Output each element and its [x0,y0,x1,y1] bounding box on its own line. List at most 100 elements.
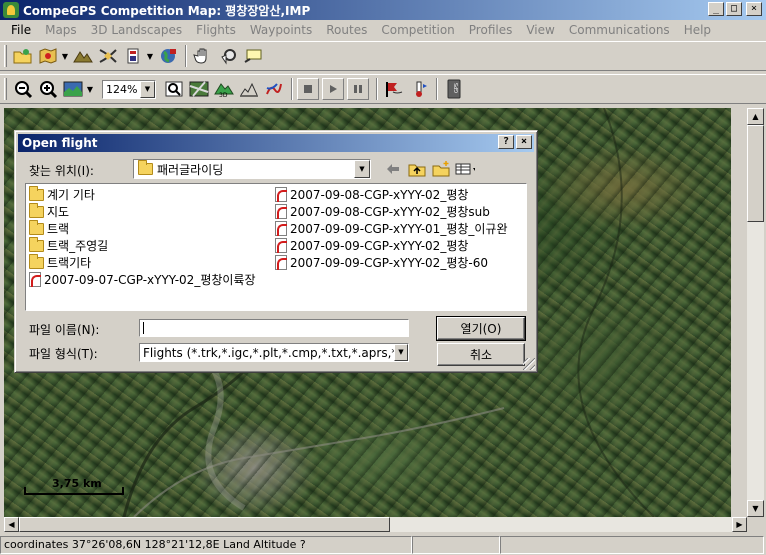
menu-maps[interactable]: Maps [38,23,84,37]
flight-track-icon[interactable] [262,78,285,101]
title-bar: CompeGPS Competition Map: 평창장암산,IMP _ □ … [0,0,766,20]
list-item[interactable]: 트랙기타 [29,253,256,271]
menu-3d-landscapes[interactable]: 3D Landscapes [84,23,189,37]
thermometer-icon[interactable] [407,78,430,101]
help-button[interactable]: ? [498,135,514,149]
close-button[interactable]: × [746,2,762,16]
list-item[interactable]: 2007-09-09-CGP-xYYY-01_평창_이규완 [275,220,508,237]
landscape-3d-icon[interactable] [71,45,94,68]
vertical-scrollbar[interactable]: ▲ ▼ [747,108,764,517]
list-item[interactable]: 2007-09-09-CGP-xYYY-02_평창 [275,237,508,254]
list-item[interactable]: 계기 기타 [29,185,256,203]
profile-chart-icon[interactable] [237,78,260,101]
menu-view[interactable]: View [519,23,561,37]
chevron-down-icon[interactable]: ▼ [354,160,370,178]
chevron-down-icon[interactable]: ▼ [394,344,408,361]
scroll-down-button[interactable]: ▼ [747,500,764,517]
scroll-right-button[interactable]: ▶ [732,517,747,532]
menu-communications[interactable]: Communications [562,23,677,37]
list-item-label: 트랙기타 [47,256,92,270]
open-button[interactable]: 열기(O) [436,316,526,341]
scroll-up-button[interactable]: ▲ [747,108,764,125]
horizontal-scroll-thumb[interactable] [19,517,390,532]
filename-input[interactable] [139,319,409,337]
find-magnifier-icon[interactable] [162,78,185,101]
dialog-close-button[interactable]: × [516,135,532,149]
scroll-left-button[interactable]: ◀ [4,517,19,532]
menu-file[interactable]: File [4,23,38,37]
stop-button[interactable] [297,78,319,100]
dropdown-arrow-icon[interactable]: ▼ [146,45,154,68]
document-icon[interactable] [121,45,144,68]
folder-icon [29,253,44,269]
vertical-scroll-thumb[interactable] [747,125,764,222]
map-view-icon[interactable] [61,78,84,101]
dropdown-arrow-icon[interactable]: ▼ [61,45,69,68]
cancel-button[interactable]: 취소 [437,343,525,366]
flight-paths-icon[interactable] [96,45,119,68]
zoom-out-icon[interactable] [11,78,34,101]
filename-label: 파일 이름(N): [29,323,100,337]
play-button[interactable] [322,78,344,100]
pan-hand-icon[interactable] [191,45,214,68]
dialog-title-bar: Open flight ? × [18,134,534,152]
list-item[interactable]: 트랙_주영길 [29,236,256,254]
menu-bar: File Maps 3D Landscapes Flights Waypoint… [0,20,766,40]
open-folder-icon[interactable] [11,45,34,68]
annotation-icon[interactable] [241,45,264,68]
toolbar-grip[interactable] [4,78,7,100]
list-item[interactable]: 2007-09-08-CGP-xYYY-02_평창 [275,186,508,203]
open-map-icon[interactable] [36,45,59,68]
folder-icon [29,219,44,235]
view-menu-icon[interactable] [455,159,475,179]
app-icon[interactable] [3,2,19,18]
svg-text:GPS: GPS [454,83,460,93]
new-folder-icon[interactable] [431,159,451,179]
earth-globe-icon[interactable] [156,45,179,68]
list-item[interactable]: 2007-09-08-CGP-xYYY-02_평창sub [275,203,508,220]
text-caret [143,322,144,334]
dropdown-arrow-icon[interactable]: ▼ [86,78,94,101]
menu-competition[interactable]: Competition [374,23,461,37]
landscape-3d-view-icon[interactable]: 3D [212,78,235,101]
list-item[interactable]: 트랙 [29,219,256,237]
map-scale-label: 3,75 km [52,477,102,490]
flight-file-icon [275,238,287,253]
resize-grip[interactable] [523,358,535,370]
list-item-label: 2007-09-09-CGP-xYYY-02_평창-60 [290,256,488,270]
menu-waypoints[interactable]: Waypoints [243,23,319,37]
look-in-select[interactable]: 패러글라이딩 ▼ [133,159,371,179]
minimize-button[interactable]: _ [708,2,724,16]
list-item[interactable]: 지도 [29,202,256,220]
file-list[interactable]: 계기 기타 지도 트랙 트랙_주영길 트랙기타 2007-09-07-CGP-x… [25,183,527,311]
zoom-in-icon[interactable] [36,78,59,101]
back-arrow-icon[interactable] [383,159,403,179]
satellite-map-icon[interactable] [187,78,210,101]
menu-routes[interactable]: Routes [319,23,374,37]
status-bar: coordinates 37°26'08,6N 128°21'12,8E Lan… [0,534,766,555]
list-item[interactable]: 2007-09-07-CGP-xYYY-02_평창이륙장 [29,271,256,288]
pause-button[interactable] [347,78,369,100]
maximize-button[interactable]: □ [726,2,742,16]
flight-file-icon [275,255,287,270]
zoom-pointer-icon[interactable] [216,45,239,68]
file-list-column: 2007-09-08-CGP-xYYY-02_평창 2007-09-08-CGP… [275,186,508,271]
list-item-label: 2007-09-07-CGP-xYYY-02_평창이륙장 [44,273,256,287]
toolbar-grip[interactable] [4,45,7,67]
toolbar-separator [436,78,438,100]
horizontal-scrollbar[interactable]: ◀ ▶ [4,517,747,532]
zoom-level-select[interactable]: 124% ▼ [102,79,156,99]
filetype-select[interactable]: Flights (*.trk,*.igc,*.plt,*.cmp,*.txt,*… [139,343,409,362]
menu-flights[interactable]: Flights [189,23,243,37]
file-list-column: 계기 기타 지도 트랙 트랙_주영길 트랙기타 2007-09-07-CGP-x… [29,185,256,288]
menu-profiles[interactable]: Profiles [462,23,520,37]
up-folder-icon[interactable] [407,159,427,179]
chevron-down-icon[interactable]: ▼ [140,80,155,98]
menu-help[interactable]: Help [677,23,718,37]
list-item-label: 2007-09-08-CGP-xYYY-02_평창 [290,188,469,202]
list-item-label: 계기 기타 [47,188,95,202]
gps-device-icon[interactable]: GPS [442,78,465,101]
task-flag-icon[interactable] [382,78,405,101]
toolbar-separator [185,45,187,67]
list-item[interactable]: 2007-09-09-CGP-xYYY-02_평창-60 [275,254,508,271]
